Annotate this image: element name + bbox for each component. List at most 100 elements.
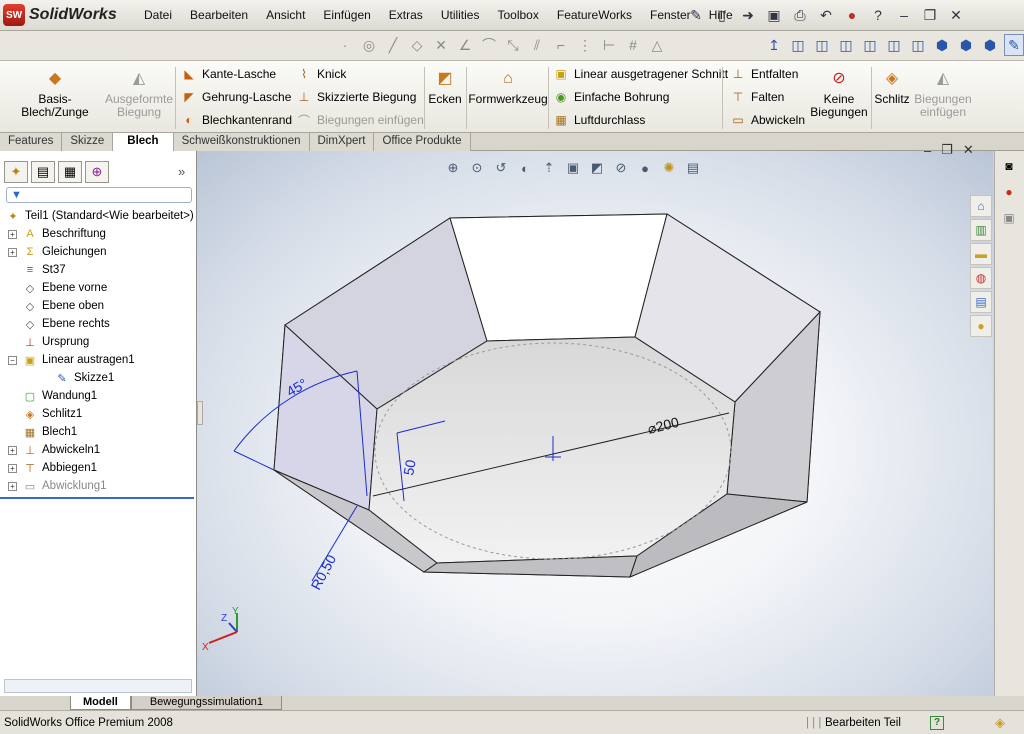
dimxpertmanager-tab-icon[interactable]: ⊕ xyxy=(85,161,109,183)
panel-horizontal-scrollbar[interactable] xyxy=(4,679,192,693)
schlitz-button[interactable]: ◈ Schlitz xyxy=(874,67,910,106)
view-iso-icon[interactable]: ⬢ xyxy=(932,34,952,56)
resources-home-icon[interactable]: ⌂ xyxy=(970,195,992,217)
dim-radius[interactable]: R0,50 xyxy=(308,552,340,593)
tab-features[interactable]: Features xyxy=(0,132,63,151)
settings-icon[interactable]: ▣ xyxy=(998,207,1020,229)
tab-blech[interactable]: Blech xyxy=(113,132,174,151)
traffic-light-icon[interactable]: ● xyxy=(842,5,862,25)
angle-icon[interactable]: ∠ xyxy=(456,35,474,55)
expand-panel-icon[interactable]: » xyxy=(178,164,185,179)
gehrung-lasche-button[interactable]: ◤ Gehrung-Lasche xyxy=(181,87,291,107)
menu-featureworks[interactable]: FeatureWorks xyxy=(548,0,641,31)
blechkantenrand-button[interactable]: ◐ Blechkantenrand xyxy=(181,110,292,130)
graphics-area[interactable]: ⊕ ⊙ ↺ ◐ ⇡ ▣ ◩ ⊘ ● ✺ ▤ – ❐ ✕ 45° ⌀200 50 … xyxy=(197,142,993,696)
tree-item[interactable]: + ⊥ Abwickeln1 xyxy=(0,441,195,459)
grid-icon[interactable]: # xyxy=(624,35,642,55)
panel-collapse-handle[interactable] xyxy=(197,401,203,425)
tab-schweisskonstruktionen[interactable]: Schweißkonstruktionen xyxy=(173,132,310,151)
view-palette-icon[interactable]: ▤ xyxy=(970,291,992,313)
sheetmetal-tool-icon[interactable]: ✎ xyxy=(1004,34,1024,56)
view-front-icon[interactable]: ◫ xyxy=(788,34,808,56)
featuremanager-tab-icon[interactable]: ✦ xyxy=(4,161,28,183)
mirror-icon[interactable]: ⋮ xyxy=(576,35,594,55)
menu-toolbox[interactable]: Toolbox xyxy=(488,0,547,31)
view-right-icon[interactable]: ◫ xyxy=(860,34,880,56)
search-icon[interactable]: ◍ xyxy=(970,267,992,289)
circle-icon[interactable]: ◎ xyxy=(360,35,378,55)
entfalten-button[interactable]: ⊥ Entfalten xyxy=(730,64,799,84)
biegungen-einfuegen-small-button[interactable]: ⌒ Biegungen einfügen xyxy=(296,110,424,130)
tree-item[interactable]: ≡ St37 xyxy=(0,261,195,279)
expand-toggle-icon[interactable]: + xyxy=(8,229,17,239)
knick-button[interactable]: ⌇ Knick xyxy=(296,64,346,84)
tree-item[interactable]: ◇ Ebene oben xyxy=(0,297,195,315)
ecken-button[interactable]: ◩ Ecken xyxy=(428,67,462,106)
tab-office-produkte[interactable]: Office Produkte xyxy=(374,132,471,151)
pin-icon[interactable]: ✎ xyxy=(686,5,706,25)
tree-root-part[interactable]: ✦ Teil1 (Standard<Wie bearbeitet>) xyxy=(0,207,195,225)
menu-ansicht[interactable]: Ansicht xyxy=(257,0,314,31)
view-bottom-icon[interactable]: ◫ xyxy=(908,34,928,56)
view-top-icon[interactable]: ◫ xyxy=(884,34,904,56)
tree-item[interactable]: ◈ Schlitz1 xyxy=(0,405,195,423)
octagonal-tray-model[interactable] xyxy=(273,213,821,578)
normal-to-icon[interactable]: ↥ xyxy=(764,34,784,56)
trim-icon[interactable]: ✕ xyxy=(432,35,450,55)
tree-item[interactable]: + ⊤ Abbiegen1 xyxy=(0,459,195,477)
point-icon[interactable]: · xyxy=(336,35,354,55)
file-explorer-icon[interactable]: ▬ xyxy=(970,243,992,265)
polygon-icon[interactable]: ◇ xyxy=(408,35,426,55)
corner-icon[interactable]: ⌐ xyxy=(552,35,570,55)
ausgeformte-biegung-button[interactable]: ◭ Ausgeformte Biegung xyxy=(104,67,174,119)
relation-icon[interactable]: △ xyxy=(648,35,666,55)
tree-item[interactable]: − ▣ Linear austragen1 xyxy=(0,351,195,369)
tree-item[interactable]: ✎ Skizze1 xyxy=(0,369,195,387)
tree-filter-input[interactable]: ▼ xyxy=(6,187,192,203)
einfache-bohrung-button[interactable]: ◉ Einfache Bohrung xyxy=(553,87,670,107)
menu-extras[interactable]: Extras xyxy=(380,0,432,31)
tree-item[interactable]: ▦ Blech1 xyxy=(0,423,195,441)
status-help-icon[interactable]: ? xyxy=(930,715,944,730)
undo-icon[interactable]: ↶ xyxy=(816,5,836,25)
menu-utilities[interactable]: Utilities xyxy=(432,0,489,31)
tree-item[interactable]: ▢ Wandung1 xyxy=(0,387,195,405)
expand-toggle-icon[interactable]: + xyxy=(8,463,17,473)
expand-toggle-icon[interactable]: − xyxy=(8,355,17,365)
keine-biegungen-button[interactable]: ⊘ Keine Biegungen xyxy=(810,67,868,119)
tab-skizze[interactable]: Skizze xyxy=(62,132,114,151)
print-icon[interactable]: ⎙ xyxy=(790,5,810,25)
view-left-icon[interactable]: ◫ xyxy=(836,34,856,56)
view-trimetric-icon[interactable]: ⬢ xyxy=(956,34,976,56)
biegungen-einfuegen-button[interactable]: ◭ Biegungen einfügen xyxy=(912,67,974,119)
view-dimetric-icon[interactable]: ⬢ xyxy=(980,34,1000,56)
dim-height[interactable]: 50 xyxy=(400,458,418,476)
design-library-icon[interactable]: ▥ xyxy=(970,219,992,241)
luftdurchlass-button[interactable]: ▦ Luftdurchlass xyxy=(553,110,645,130)
tree-item[interactable]: + ▭ Abwicklung1 xyxy=(0,477,195,495)
extend-icon[interactable]: ⤡ xyxy=(504,35,522,55)
tab-scroll-arrows[interactable] xyxy=(0,696,70,710)
view-back-icon[interactable]: ◫ xyxy=(812,34,832,56)
camera-icon[interactable]: ◙ xyxy=(998,155,1020,177)
appearances-icon[interactable]: ● xyxy=(970,315,992,337)
kante-lasche-button[interactable]: ◣ Kante-Lasche xyxy=(181,64,276,84)
linear-schnitt-button[interactable]: ▣ Linear ausgetragener Schnitt xyxy=(553,64,728,84)
help-icon[interactable]: ? xyxy=(868,5,888,25)
expand-toggle-icon[interactable]: + xyxy=(8,481,17,491)
skizzierte-biegung-button[interactable]: ⊥ Skizzierte Biegung xyxy=(296,87,417,107)
tree-item[interactable]: ⊥ Ursprung xyxy=(0,333,195,351)
dimension-icon[interactable]: ⊢ xyxy=(600,35,618,55)
configurationmanager-tab-icon[interactable]: ▦ xyxy=(58,161,82,183)
propertymanager-tab-icon[interactable]: ▤ xyxy=(31,161,55,183)
status-tag-icon[interactable]: ◈ xyxy=(995,715,1005,731)
save-icon[interactable]: ▣ xyxy=(764,5,784,25)
basis-blech-button[interactable]: ◆ Basis-Blech/Zunge xyxy=(10,67,100,119)
tree-item[interactable]: + Σ Gleichungen xyxy=(0,243,195,261)
tab-bewegungssimulation[interactable]: Bewegungssimulation1 xyxy=(130,696,282,710)
open-folder-icon[interactable]: ➜ xyxy=(738,5,758,25)
minimize-icon[interactable]: – xyxy=(894,5,914,25)
close-icon[interactable]: ✕ xyxy=(946,5,966,25)
expand-toggle-icon[interactable]: + xyxy=(8,247,17,257)
tab-dimxpert[interactable]: DimXpert xyxy=(309,132,375,151)
